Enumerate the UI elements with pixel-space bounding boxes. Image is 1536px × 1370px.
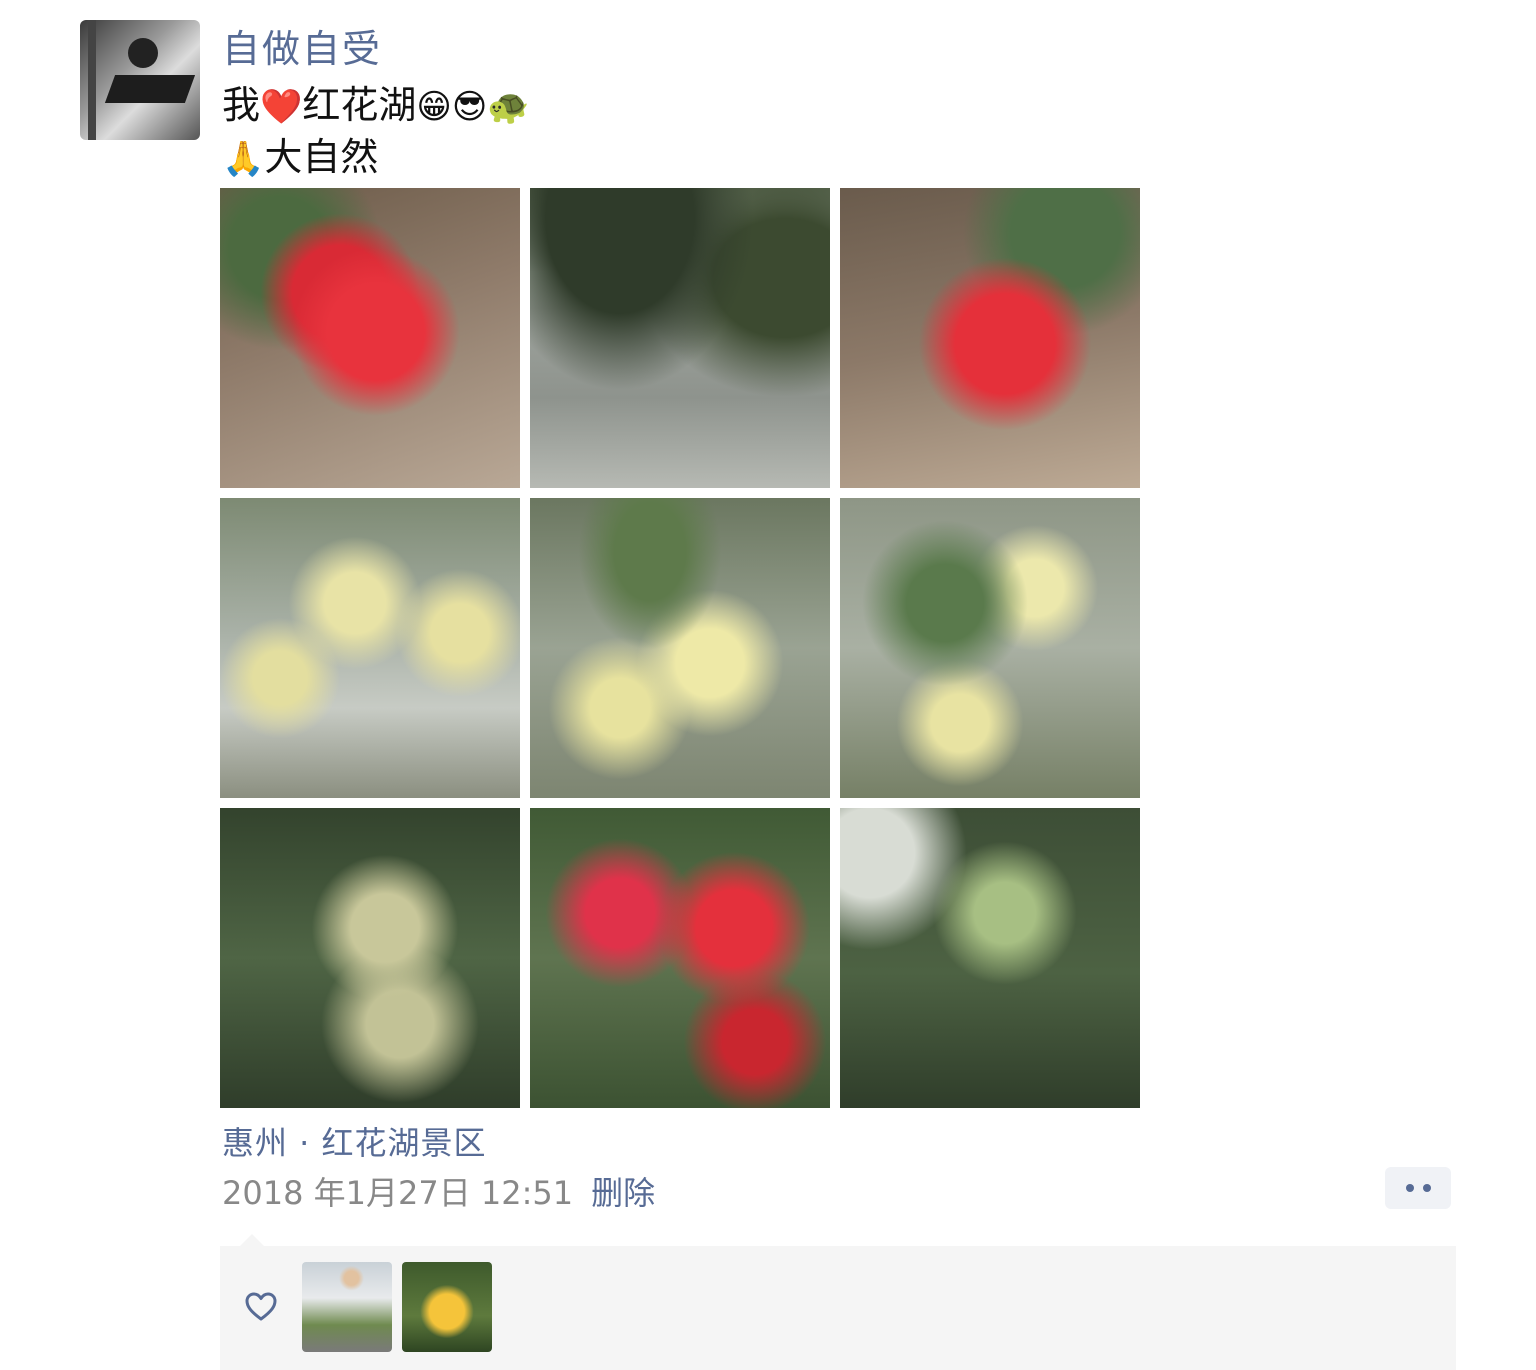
avatar-figure-body [104, 75, 196, 103]
delete-link[interactable]: 删除 [591, 1174, 655, 1212]
text-segment: 我 [222, 83, 261, 127]
photo-grid [220, 188, 1140, 1108]
liker-avatar-1[interactable] [302, 1262, 392, 1352]
text-segment: 大自然 [264, 135, 379, 179]
photo-thumbnail-7[interactable] [220, 808, 520, 1108]
post-timestamp: 2018 年1月27日 12:51 [222, 1174, 574, 1212]
photo-thumbnail-5[interactable] [530, 498, 830, 798]
sunglasses-emoji-icon: 😎 [451, 87, 488, 127]
likes-panel-arrow [240, 1234, 264, 1246]
author-avatar[interactable] [80, 20, 200, 140]
heart-emoji-icon: ❤️ [260, 87, 303, 127]
liker-avatar-2[interactable] [402, 1262, 492, 1352]
avatar-figure-head [128, 38, 158, 68]
photo-thumbnail-6[interactable] [840, 498, 1140, 798]
grin-emoji-icon: 😁 [416, 87, 452, 127]
dot-icon [1405, 1184, 1414, 1192]
post-text-line-1: 我❤️红花湖😁😎🐢 [222, 80, 530, 132]
post-meta: 2018 年1月27日 12:51 删除 [222, 1168, 655, 1214]
more-actions-button[interactable] [1385, 1167, 1451, 1209]
avatar-figure-pole [88, 20, 96, 140]
photo-thumbnail-3[interactable] [840, 188, 1140, 488]
post-text-line-2: 🙏大自然 [222, 132, 530, 184]
heart-icon [245, 1292, 277, 1321]
post-text: 我❤️红花湖😁😎🐢 🙏大自然 [222, 80, 530, 184]
photo-thumbnail-1[interactable] [220, 188, 520, 488]
location-link[interactable]: 惠州 · 红花湖景区 [222, 1118, 487, 1164]
author-name[interactable]: 自做自受 [222, 18, 382, 73]
photo-thumbnail-4[interactable] [220, 498, 520, 798]
dot-icon [1422, 1184, 1431, 1192]
turtle-emoji-icon: 🐢 [487, 87, 530, 127]
text-segment: 红花湖 [302, 83, 417, 127]
photo-thumbnail-8[interactable] [530, 808, 830, 1108]
photo-thumbnail-9[interactable] [840, 808, 1140, 1108]
photo-thumbnail-2[interactable] [530, 188, 830, 488]
pray-emoji-icon: 🙏 [222, 139, 265, 179]
